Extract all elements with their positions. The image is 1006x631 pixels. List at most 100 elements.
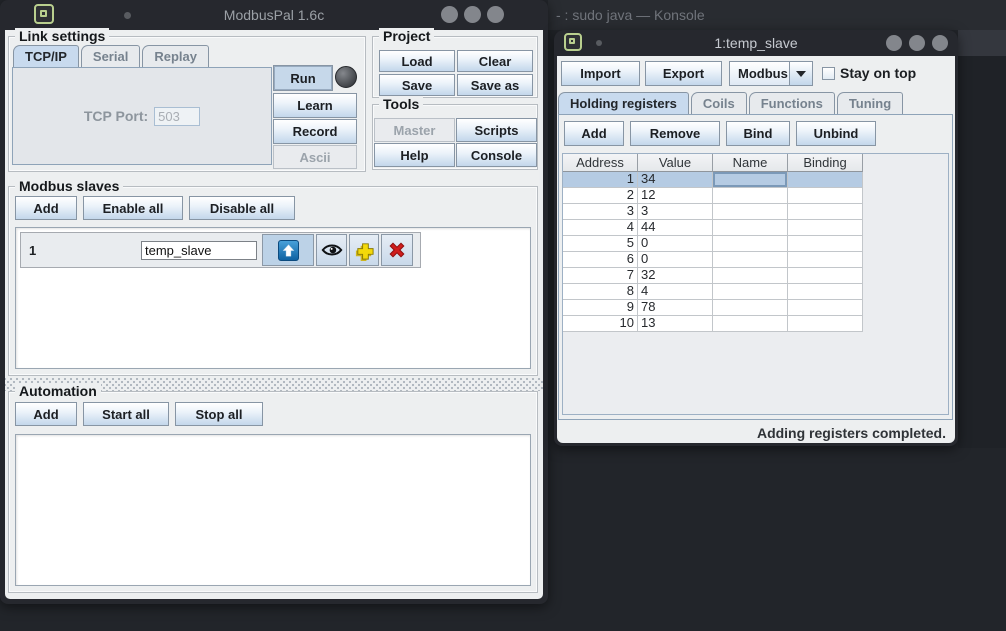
cell-name[interactable] — [713, 204, 788, 220]
table-row[interactable]: 212 — [563, 188, 948, 204]
disable-all-button[interactable]: Disable all — [189, 196, 295, 220]
col-header-address[interactable]: Address — [563, 154, 638, 172]
cell-address[interactable]: 5 — [563, 236, 638, 252]
run-button[interactable]: Run — [273, 65, 333, 91]
col-header-value[interactable]: Value — [638, 154, 713, 172]
table-row[interactable]: 444 — [563, 220, 948, 236]
cell-name[interactable] — [713, 188, 788, 204]
stay-on-top-checkbox[interactable] — [822, 67, 835, 80]
cell-name[interactable] — [713, 220, 788, 236]
cell-address[interactable]: 3 — [563, 204, 638, 220]
cell-binding[interactable] — [788, 172, 863, 188]
help-button[interactable]: Help — [374, 143, 455, 167]
export-button[interactable]: Export — [645, 61, 722, 86]
import-button[interactable]: Import — [561, 61, 640, 86]
console-button[interactable]: Console — [456, 143, 537, 167]
unbind-button[interactable]: Unbind — [796, 121, 876, 146]
bind-button[interactable]: Bind — [726, 121, 790, 146]
cell-binding[interactable] — [788, 252, 863, 268]
cell-binding[interactable] — [788, 316, 863, 332]
cell-value[interactable]: 4 — [638, 284, 713, 300]
clear-button[interactable]: Clear — [457, 50, 533, 72]
cell-binding[interactable] — [788, 188, 863, 204]
stop-all-button[interactable]: Stop all — [175, 402, 263, 426]
tab-coils[interactable]: Coils — [691, 92, 747, 114]
cell-binding[interactable] — [788, 268, 863, 284]
cell-address[interactable]: 9 — [563, 300, 638, 316]
cell-address[interactable]: 8 — [563, 284, 638, 300]
slave-show-button[interactable] — [316, 234, 347, 266]
tab-functions[interactable]: Functions — [749, 92, 835, 114]
save-as-button[interactable]: Save as — [457, 74, 533, 96]
cell-value[interactable]: 44 — [638, 220, 713, 236]
slave-enable-toggle-button[interactable] — [262, 234, 314, 266]
combo-arrow-button[interactable] — [789, 62, 812, 85]
start-all-button[interactable]: Start all — [83, 402, 169, 426]
slave-name-input[interactable] — [141, 241, 257, 260]
remove-register-button[interactable]: Remove — [630, 121, 720, 146]
slave-duplicate-button[interactable] — [349, 234, 379, 266]
record-button[interactable]: Record — [273, 119, 357, 144]
tab-serial[interactable]: Serial — [81, 45, 140, 67]
enable-all-button[interactable]: Enable all — [83, 196, 183, 220]
table-row[interactable]: 1013 — [563, 316, 948, 332]
scripts-button[interactable]: Scripts — [456, 118, 537, 142]
load-button[interactable]: Load — [379, 50, 455, 72]
cell-address[interactable]: 4 — [563, 220, 638, 236]
cell-name[interactable] — [713, 300, 788, 316]
cell-address[interactable]: 2 — [563, 188, 638, 204]
cell-binding[interactable] — [788, 204, 863, 220]
modbuspal-titlebar[interactable]: ModbusPal 1.6c — [0, 0, 548, 30]
tab-holding-registers[interactable]: Holding registers — [558, 92, 689, 114]
tab-tuning[interactable]: Tuning — [837, 92, 903, 114]
cell-name[interactable] — [713, 284, 788, 300]
col-header-name[interactable]: Name — [713, 154, 788, 172]
slave-delete-button[interactable] — [381, 234, 413, 266]
maximize-button[interactable] — [464, 6, 481, 23]
table-row[interactable]: 84 — [563, 284, 948, 300]
table-row[interactable]: 978 — [563, 300, 948, 316]
cell-value[interactable]: 78 — [638, 300, 713, 316]
cell-address[interactable]: 10 — [563, 316, 638, 332]
table-row[interactable]: 60 — [563, 252, 948, 268]
cell-value[interactable]: 12 — [638, 188, 713, 204]
modbus-combo[interactable]: Modbus — [729, 61, 813, 86]
col-header-binding[interactable]: Binding — [788, 154, 863, 172]
cell-name[interactable] — [713, 236, 788, 252]
cell-value[interactable]: 3 — [638, 204, 713, 220]
table-row[interactable]: 50 — [563, 236, 948, 252]
cell-binding[interactable] — [788, 236, 863, 252]
minimize-button[interactable] — [441, 6, 458, 23]
table-row[interactable]: 732 — [563, 268, 948, 284]
table-row[interactable]: 33 — [563, 204, 948, 220]
cell-value[interactable]: 0 — [638, 236, 713, 252]
cell-address[interactable]: 7 — [563, 268, 638, 284]
slave-titlebar[interactable]: 1:temp_slave — [554, 30, 958, 56]
save-button[interactable]: Save — [379, 74, 455, 96]
cell-address[interactable]: 1 — [563, 172, 638, 188]
add-slave-button[interactable]: Add — [15, 196, 77, 220]
cell-name[interactable] — [713, 268, 788, 284]
cell-binding[interactable] — [788, 300, 863, 316]
master-button[interactable]: Master — [374, 118, 455, 142]
konsole-titlebar[interactable]: - : sudo java — Konsole — [548, 0, 1006, 30]
cell-address[interactable]: 6 — [563, 252, 638, 268]
minimize-button[interactable] — [886, 35, 902, 51]
maximize-button[interactable] — [909, 35, 925, 51]
tcp-port-input[interactable] — [154, 107, 200, 126]
cell-binding[interactable] — [788, 220, 863, 236]
tab-tcpip[interactable]: TCP/IP — [13, 45, 79, 67]
cell-value[interactable]: 13 — [638, 316, 713, 332]
add-automation-button[interactable]: Add — [15, 402, 77, 426]
ascii-button[interactable]: Ascii — [273, 145, 357, 169]
cell-value[interactable]: 32 — [638, 268, 713, 284]
learn-button[interactable]: Learn — [273, 93, 357, 118]
close-button[interactable] — [487, 6, 504, 23]
cell-binding[interactable] — [788, 284, 863, 300]
cell-value[interactable]: 0 — [638, 252, 713, 268]
cell-name[interactable] — [713, 252, 788, 268]
table-row[interactable]: 134 — [563, 172, 948, 188]
tab-replay[interactable]: Replay — [142, 45, 209, 67]
cell-value[interactable]: 34 — [638, 172, 713, 188]
close-button[interactable] — [932, 35, 948, 51]
